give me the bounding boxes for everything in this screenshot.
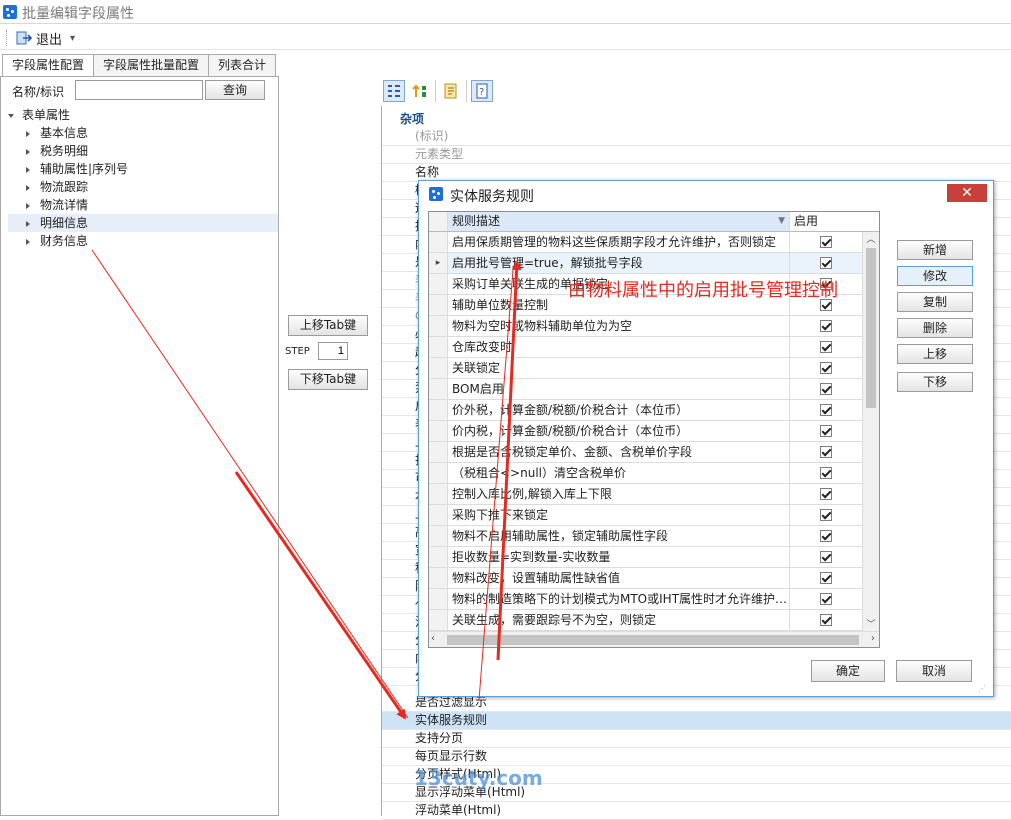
- annotation-text: 由物料属性中的启用批号管理控制: [568, 280, 838, 301]
- arrow-to-batch-rule: [496, 260, 522, 661]
- annotation-arrows: [91, 249, 522, 720]
- arrow-to-entity-rules: [234, 471, 407, 720]
- thin-arrow-line-2: [478, 269, 514, 701]
- thin-arrow-line: [91, 249, 409, 719]
- watermark: 13cuty.com: [414, 766, 543, 790]
